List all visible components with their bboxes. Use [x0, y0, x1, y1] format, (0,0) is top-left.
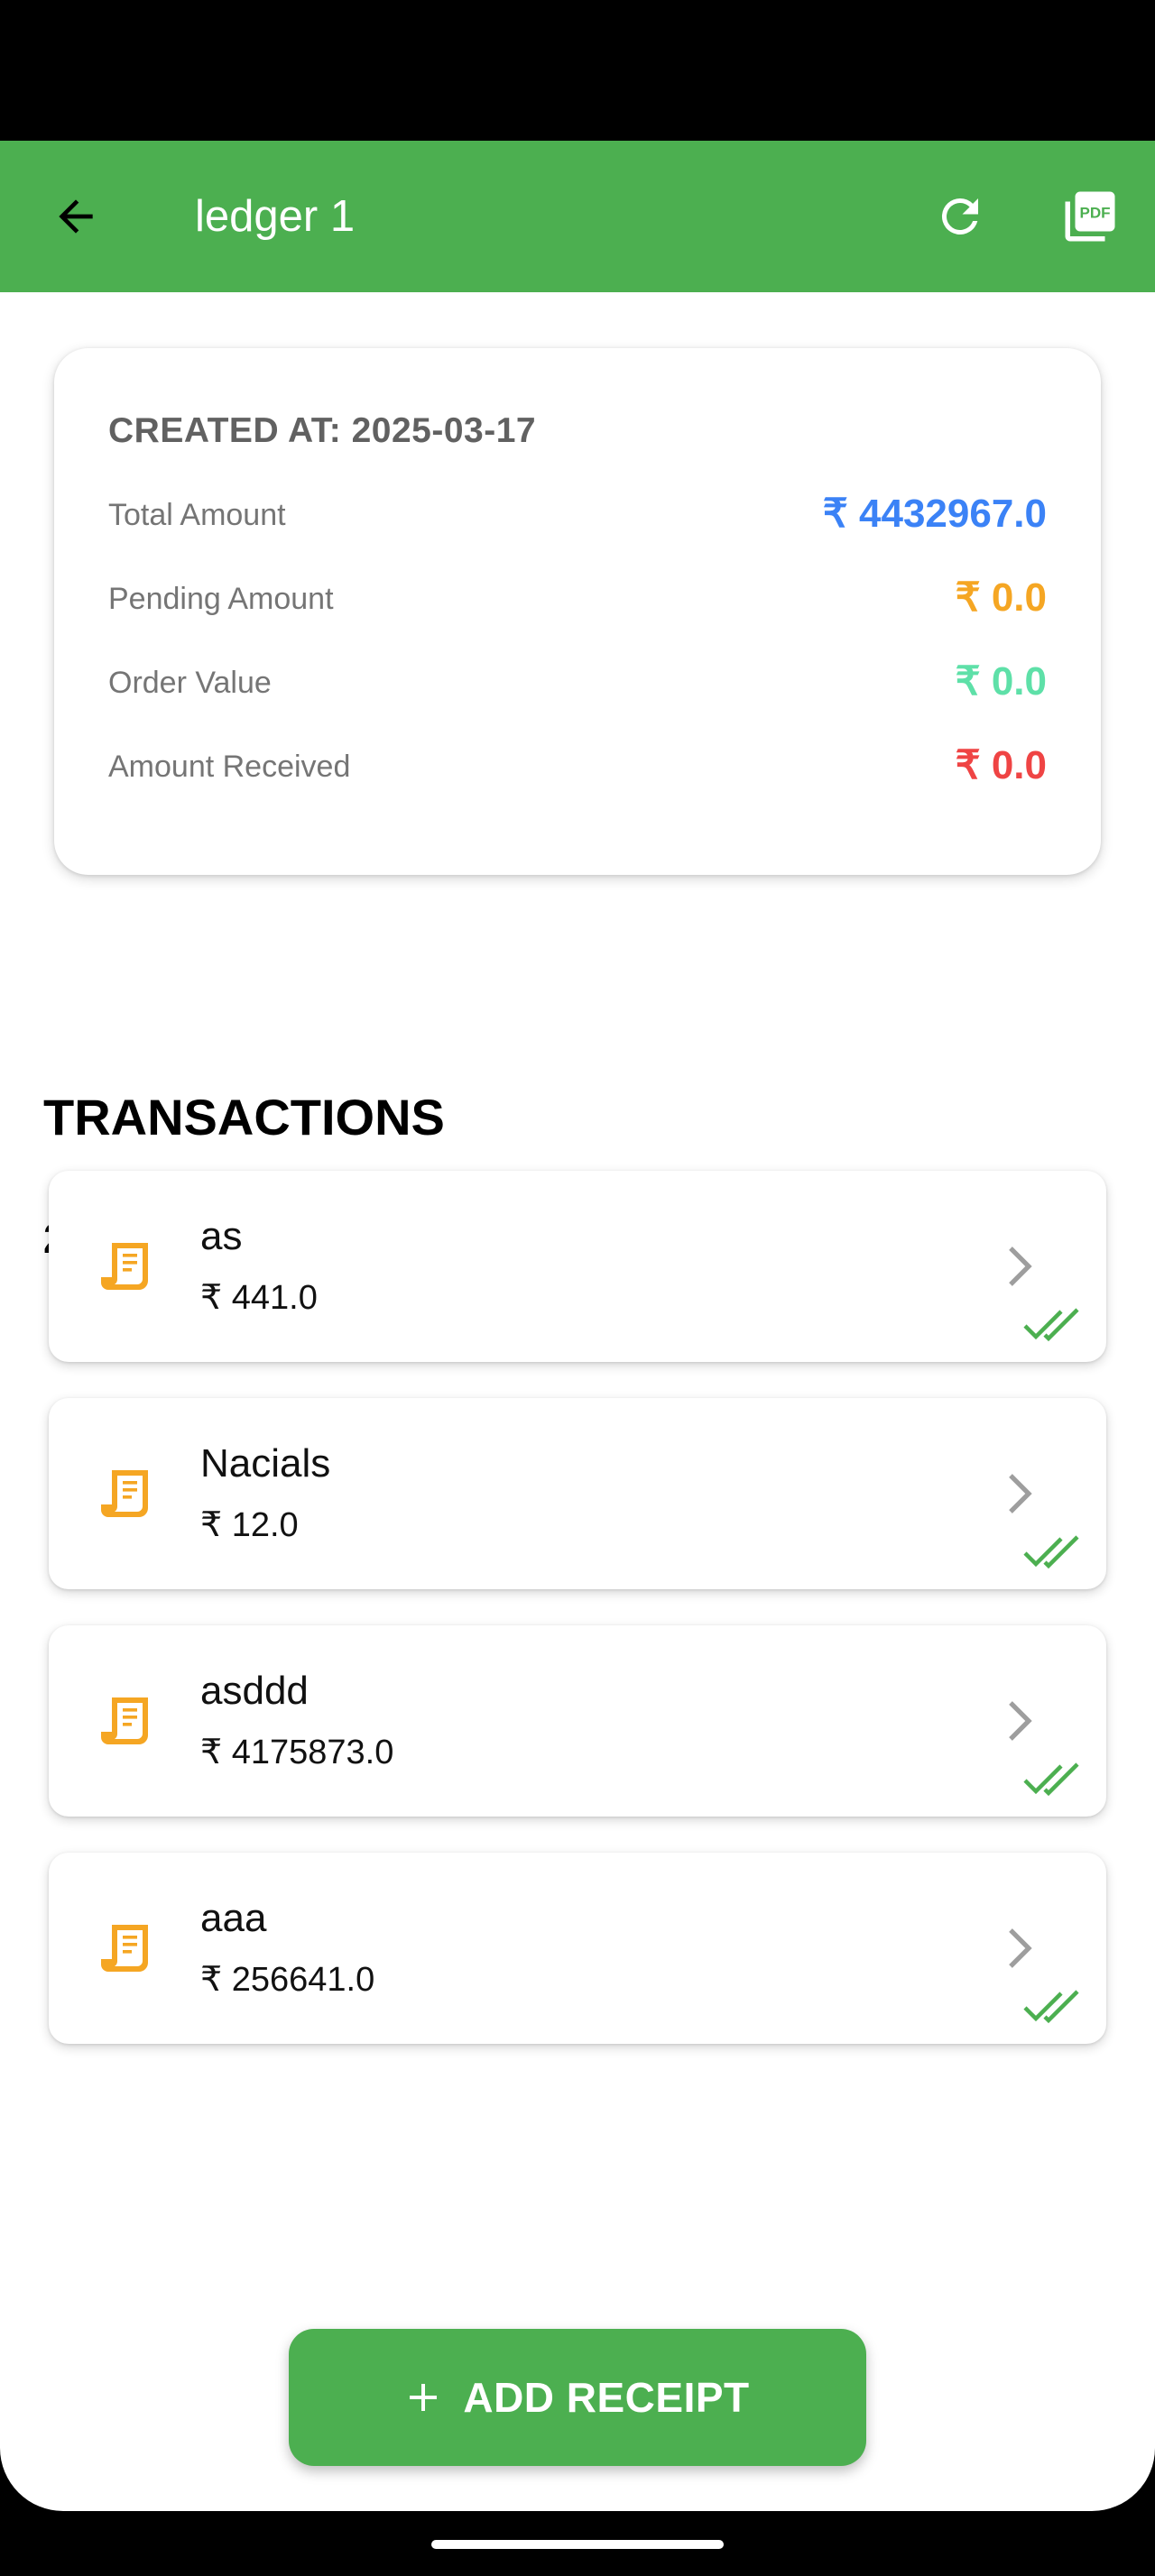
double-check-icon — [1023, 1308, 1079, 1342]
total-amount-label: Total Amount — [108, 498, 286, 532]
add-receipt-label: ADD RECEIPT — [463, 2374, 750, 2421]
summary-card: CREATED AT: 2025-03-17 Total Amount ₹ 44… — [54, 348, 1101, 875]
transaction-name: as — [200, 1214, 243, 1258]
arrow-left-icon — [59, 199, 93, 234]
chevron-right-icon — [1009, 1247, 1032, 1286]
transactions-heading: TRANSACTIONS — [43, 1089, 445, 1145]
transaction-amount: ₹ 4175873.0 — [200, 1734, 394, 1771]
receipt-icon — [101, 1925, 148, 1972]
double-check-icon — [1023, 1762, 1079, 1797]
plus-icon — [410, 2384, 438, 2411]
page-title: ledger 1 — [195, 192, 356, 241]
total-amount-value: ₹ 4432967.0 — [822, 492, 1047, 536]
home-indicator[interactable] — [431, 2540, 724, 2549]
chevron-right-icon — [1009, 1474, 1032, 1513]
app-bar: ledger 1 PDF — [0, 141, 1155, 292]
transaction-amount: ₹ 12.0 — [200, 1506, 299, 1544]
transaction-name: asddd — [200, 1669, 309, 1713]
back-button[interactable] — [40, 180, 112, 253]
receipt-icon — [101, 1243, 148, 1290]
refresh-button[interactable] — [924, 180, 996, 253]
transaction-card[interactable]: asddd ₹ 4175873.0 — [49, 1625, 1106, 1817]
pdf-icon: PDF — [1065, 191, 1115, 242]
transaction-name: Nacials — [200, 1441, 331, 1486]
receipt-icon — [101, 1697, 148, 1744]
order-value-label: Order Value — [108, 666, 272, 700]
order-value-value: ₹ 0.0 — [955, 659, 1047, 704]
amount-received-label: Amount Received — [108, 750, 351, 784]
transaction-card[interactable]: as ₹ 441.0 — [49, 1171, 1106, 1362]
add-receipt-button[interactable]: ADD RECEIPT — [289, 2329, 866, 2466]
receipt-icon — [101, 1470, 148, 1517]
transaction-name: aaa — [200, 1896, 267, 1940]
chevron-right-icon — [1009, 1928, 1032, 1968]
pdf-icon-text: PDF — [1079, 205, 1110, 222]
pdf-export-button[interactable]: PDF — [1054, 180, 1126, 253]
chevron-right-icon — [1009, 1701, 1032, 1741]
refresh-icon — [941, 198, 978, 235]
pending-amount-label: Pending Amount — [108, 582, 334, 616]
pending-amount-value: ₹ 0.0 — [955, 575, 1047, 620]
created-at-label: CREATED AT: 2025-03-17 — [108, 411, 537, 450]
transaction-card[interactable]: aaa ₹ 256641.0 — [49, 1853, 1106, 2044]
transaction-card[interactable]: Nacials ₹ 12.0 — [49, 1398, 1106, 1589]
double-check-icon — [1023, 1990, 1079, 2024]
transaction-amount: ₹ 256641.0 — [200, 1961, 375, 1999]
amount-received-value: ₹ 0.0 — [955, 743, 1047, 787]
transaction-amount: ₹ 441.0 — [200, 1279, 318, 1317]
double-check-icon — [1023, 1535, 1079, 1569]
app-screen: ledger 1 PDF CREATED AT: 2025-03-17 Tota… — [0, 141, 1155, 2511]
